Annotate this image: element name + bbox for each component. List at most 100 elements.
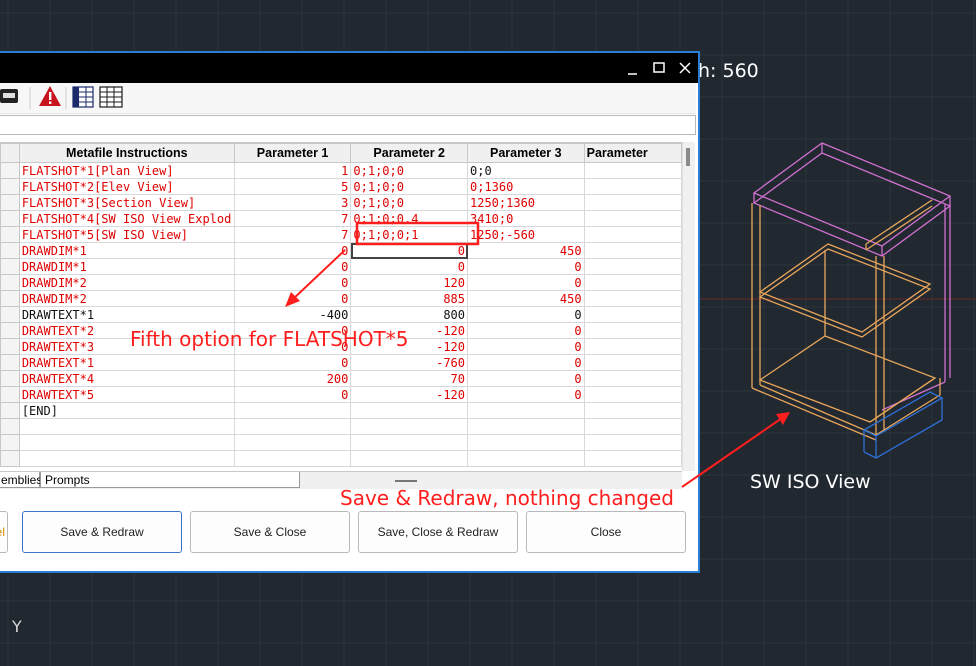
table-cell[interactable]: [18, 434, 235, 451]
table-cell[interactable]: FLATSHOT*2[Elev View]: [18, 178, 235, 195]
table-cell[interactable]: DRAWTEXT*5: [18, 386, 235, 403]
table-cell[interactable]: 0;1;0;0.4: [350, 210, 468, 227]
table-cell[interactable]: 0: [467, 258, 585, 275]
horizontal-scroll-thumb[interactable]: [395, 480, 417, 482]
table-cell[interactable]: 0: [467, 370, 585, 387]
row-header[interactable]: [0, 386, 20, 403]
save-close-button[interactable]: Save & Close: [190, 511, 350, 553]
table-cell[interactable]: DRAWDIM*1: [18, 258, 235, 275]
row-header[interactable]: [0, 194, 20, 211]
table-cell[interactable]: 200: [233, 370, 352, 387]
table-cell[interactable]: 0;1;0;0: [350, 162, 468, 179]
row-header[interactable]: [0, 242, 20, 259]
row-header[interactable]: [0, 178, 20, 195]
table-cell[interactable]: 3: [233, 194, 352, 211]
table-cell[interactable]: 1250;-560: [467, 226, 585, 243]
save-close-redraw-button[interactable]: Save, Close & Redraw: [358, 511, 518, 553]
table-cell[interactable]: [350, 434, 468, 451]
table-cell[interactable]: [350, 402, 468, 419]
table-cell[interactable]: [583, 402, 682, 419]
table-icon[interactable]: [99, 86, 123, 108]
table-cell[interactable]: 1: [233, 162, 352, 179]
table-cell[interactable]: 1250;1360: [467, 194, 585, 211]
table-cell[interactable]: 0: [467, 354, 585, 371]
table-cell[interactable]: 885: [350, 290, 468, 307]
table-cell[interactable]: [233, 418, 352, 435]
table-cell[interactable]: 450: [467, 290, 585, 307]
table-cell[interactable]: 450: [467, 242, 585, 259]
table-cell[interactable]: [350, 450, 468, 467]
table-cell[interactable]: 0;1;0;0;1: [350, 226, 468, 243]
warning-icon[interactable]: [39, 86, 61, 106]
table-cell[interactable]: [583, 178, 682, 195]
minimize-icon[interactable]: [622, 57, 644, 79]
table-cell[interactable]: 0;1;0;0: [350, 178, 468, 195]
row-header[interactable]: [0, 322, 20, 339]
close-icon[interactable]: [674, 57, 696, 79]
table-cell[interactable]: FLATSHOT*5[SW ISO View]: [18, 226, 235, 243]
table-cell[interactable]: 0: [233, 258, 352, 275]
table-cell[interactable]: 0: [467, 306, 585, 323]
table-cell[interactable]: [18, 418, 235, 435]
column-header-metafile[interactable]: Metafile Instructions: [18, 143, 235, 163]
row-header[interactable]: [0, 370, 20, 387]
row-header[interactable]: [0, 306, 20, 323]
table-cell[interactable]: 0: [350, 258, 468, 275]
column-header-parameter-3[interactable]: Parameter 3: [467, 143, 585, 163]
row-header[interactable]: [0, 450, 20, 467]
table-cell[interactable]: 0: [233, 242, 352, 259]
row-header[interactable]: [0, 226, 20, 243]
table-cell[interactable]: 0: [467, 386, 585, 403]
close-button[interactable]: Close: [526, 511, 686, 553]
table-cell[interactable]: [233, 402, 352, 419]
maximize-icon[interactable]: [648, 57, 670, 79]
table-cell[interactable]: [583, 258, 682, 275]
row-header[interactable]: [0, 354, 20, 371]
table-cell[interactable]: 0: [467, 322, 585, 339]
table-cell[interactable]: 7: [233, 226, 352, 243]
table-cell[interactable]: [583, 306, 682, 323]
table-cell[interactable]: DRAWTEXT*4: [18, 370, 235, 387]
table-cell[interactable]: 800: [350, 306, 468, 323]
row-header[interactable]: [0, 274, 20, 291]
table-cell[interactable]: [233, 434, 352, 451]
table-cell[interactable]: 0: [233, 290, 352, 307]
column-header-parameter-2[interactable]: Parameter 2: [350, 143, 468, 163]
dialog-titlebar[interactable]: [0, 53, 698, 83]
row-header[interactable]: [0, 402, 20, 419]
vertical-scrollbar[interactable]: [682, 142, 695, 471]
table-cell[interactable]: 0: [350, 242, 468, 259]
row-header[interactable]: [0, 418, 20, 435]
column-header-parameter-4[interactable]: Parameter: [583, 143, 682, 163]
vertical-scroll-thumb[interactable]: [686, 148, 690, 166]
table-cell[interactable]: 0: [467, 274, 585, 291]
table-cell[interactable]: [583, 226, 682, 243]
table-cell[interactable]: 3410;0: [467, 210, 585, 227]
table-cell[interactable]: [467, 434, 585, 451]
table-cell[interactable]: -400: [233, 306, 352, 323]
table-cell[interactable]: [583, 242, 682, 259]
table-cell[interactable]: FLATSHOT*4[SW ISO View Explod: [18, 210, 235, 227]
table-cell[interactable]: 0;1;0;0: [350, 194, 468, 211]
table-cell[interactable]: [583, 418, 682, 435]
printer-icon[interactable]: [0, 89, 18, 103]
table-cell[interactable]: [583, 370, 682, 387]
table-cell[interactable]: 0;0: [467, 162, 585, 179]
table-cell[interactable]: [583, 194, 682, 211]
table-cell[interactable]: [583, 338, 682, 355]
table-cell[interactable]: [583, 210, 682, 227]
row-header[interactable]: [0, 434, 20, 451]
table-cell[interactable]: [467, 450, 585, 467]
table-cell[interactable]: [467, 402, 585, 419]
table-cell[interactable]: 120: [350, 274, 468, 291]
table-cell[interactable]: 0: [233, 354, 352, 371]
table-cell[interactable]: DRAWDIM*2: [18, 290, 235, 307]
table-cell[interactable]: DRAWTEXT*1: [18, 354, 235, 371]
table-cell[interactable]: [583, 274, 682, 291]
table-cell[interactable]: [233, 450, 352, 467]
table-cell[interactable]: [583, 450, 682, 467]
table-cell[interactable]: DRAWTEXT*1: [18, 306, 235, 323]
table-cell[interactable]: [18, 450, 235, 467]
table-cell[interactable]: 0;1360: [467, 178, 585, 195]
row-header[interactable]: [0, 290, 20, 307]
